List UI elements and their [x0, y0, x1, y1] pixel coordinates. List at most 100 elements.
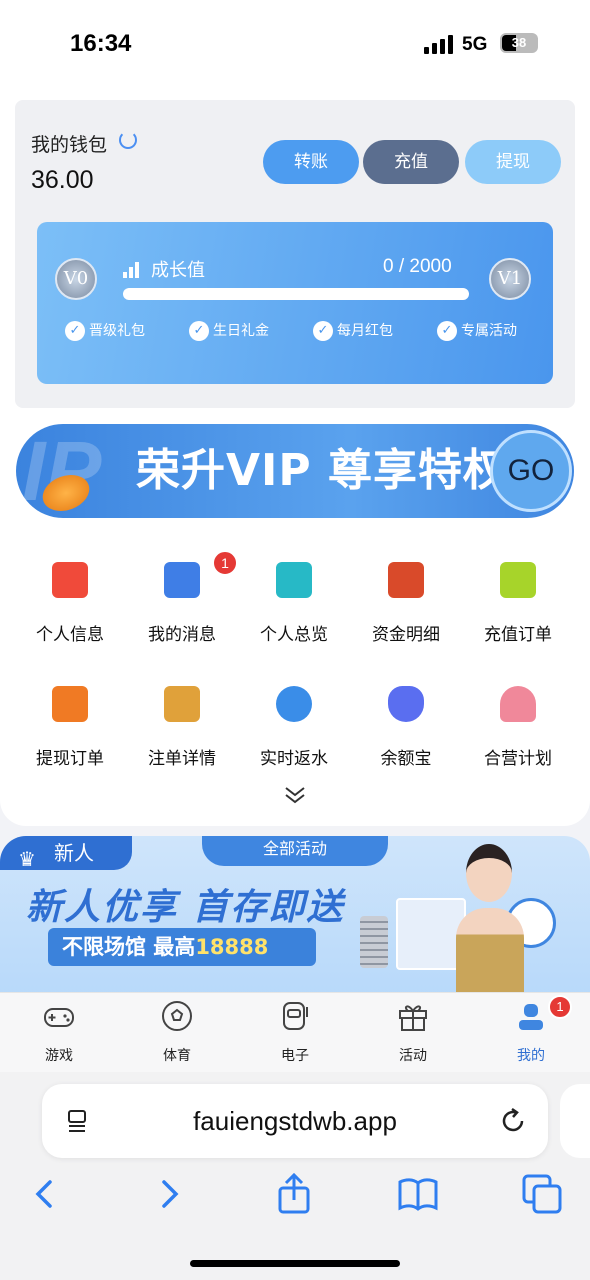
- partner-icon: [500, 686, 536, 722]
- coin-stack-icon: [360, 916, 388, 968]
- status-bar: 16:34 5G 38: [0, 0, 590, 90]
- tabs-icon[interactable]: [520, 1172, 564, 1216]
- user-icon: [519, 1004, 543, 1030]
- browser-toolbar: fauiengstdwb.app: [0, 1072, 590, 1280]
- next-tab-preview[interactable]: [560, 1084, 590, 1158]
- grid-item-label: 合营计划: [484, 749, 552, 769]
- tab-sports[interactable]: 体育: [118, 993, 236, 1073]
- tab-mine[interactable]: 1 我的: [472, 993, 590, 1073]
- tab-electronic[interactable]: 电子: [236, 993, 354, 1073]
- growth-value: 0 / 2000: [383, 256, 452, 277]
- grid-item-partner[interactable]: 合营计划: [462, 686, 574, 782]
- ledger-icon: [388, 562, 424, 598]
- chevron-down-icon[interactable]: [284, 786, 306, 804]
- status-time: 16:34: [70, 30, 132, 57]
- home-indicator: [190, 1260, 400, 1267]
- app-root: { "status_bar": {"time": "16:34", "netwo…: [0, 0, 590, 1280]
- grid-item-overview[interactable]: 个人总览: [238, 562, 350, 658]
- money-bag-icon: [388, 686, 424, 722]
- tab-games[interactable]: 游戏: [0, 993, 118, 1073]
- grid-item-deposit-orders[interactable]: 充值订单: [462, 562, 574, 658]
- perk-item: ✓ 晋级礼包: [65, 320, 145, 342]
- grid-item-label: 提现订单: [36, 749, 104, 769]
- grid-item-label: 充值订单: [484, 625, 552, 645]
- wallet-card: 我的钱包 36.00 转账 充值 提现 V0 成长值 0 / 2000 V1 ✓…: [15, 100, 575, 408]
- rebate-icon: [276, 686, 312, 722]
- withdraw-button[interactable]: 提现: [465, 140, 561, 184]
- perk-item: ✓ 生日礼金: [189, 320, 269, 342]
- network-type: 5G: [462, 34, 488, 55]
- check-icon: ✓: [65, 321, 85, 341]
- grid-item-label: 注单详情: [148, 749, 216, 769]
- growth-label: 成长值: [151, 260, 205, 281]
- tab-label: 我的: [517, 1048, 545, 1064]
- tab-label: 电子: [281, 1048, 309, 1064]
- grid-item-messages[interactable]: 1 我的消息: [126, 550, 238, 658]
- all-activities-button[interactable]: 全部活动: [202, 836, 388, 866]
- grid-item-label: 实时返水: [260, 749, 328, 769]
- back-icon[interactable]: [22, 1172, 66, 1216]
- grid-item-bet-details[interactable]: 注单详情: [126, 686, 238, 782]
- vip-level-current-badge: V0: [55, 258, 97, 300]
- tab-label: 体育: [163, 1048, 191, 1064]
- grid-item-withdraw-orders[interactable]: 提现订单: [14, 686, 126, 782]
- tab-label: 游戏: [45, 1048, 73, 1064]
- withdraw-order-icon: [52, 686, 88, 722]
- bottom-tab-bar: 游戏 体育 电子 活动 1 我的: [0, 992, 590, 1072]
- go-button[interactable]: GO: [490, 430, 572, 512]
- reload-icon[interactable]: [498, 1106, 528, 1136]
- bookmarks-icon[interactable]: [396, 1172, 440, 1216]
- deposit-button[interactable]: 充值: [363, 140, 459, 184]
- grid-item-label: 余额宝: [380, 749, 432, 769]
- grid-item-label: 个人总览: [260, 625, 328, 645]
- promo-model-image: [448, 836, 532, 996]
- check-icon: ✓: [437, 321, 457, 341]
- gift-icon: [399, 1005, 427, 1031]
- message-badge: 1: [212, 550, 238, 576]
- id-card-icon: [52, 562, 88, 598]
- message-icon: [164, 562, 200, 598]
- grid-item-rebate[interactable]: 实时返水: [238, 686, 350, 782]
- url-text: fauiengstdwb.app: [193, 1106, 397, 1136]
- order-icon: [500, 562, 536, 598]
- growth-progress-bar: [123, 288, 469, 300]
- vip-level-next-badge: V1: [489, 258, 531, 300]
- check-icon: ✓: [313, 321, 333, 341]
- tab-activities[interactable]: 活动: [354, 993, 472, 1073]
- grid-item-label: 资金明细: [372, 625, 440, 645]
- grid-item-funds[interactable]: 资金明细: [350, 562, 462, 658]
- promo-banner[interactable]: ♛ 新人 全部活动 新人优享 首存即送 不限场馆 最高18888: [0, 836, 590, 996]
- grid-item-label: 个人信息: [36, 625, 104, 645]
- vip-growth-card[interactable]: V0 成长值 0 / 2000 V1 ✓ 晋级礼包 ✓ 生日礼金 ✓ 每月红包 ✓ 专属…: [37, 222, 553, 384]
- perk-item: ✓ 专属活动: [437, 320, 517, 342]
- gamepad-icon: [44, 1008, 74, 1027]
- wallet-title: 我的钱包: [31, 134, 108, 156]
- mine-badge: 1: [548, 995, 572, 1019]
- check-icon: ✓: [189, 321, 209, 341]
- new-user-tag: ♛ 新人: [0, 836, 132, 871]
- battery-icon: 38: [500, 33, 538, 53]
- soccer-ball-icon: [162, 1001, 192, 1031]
- bet-detail-icon: [164, 686, 200, 722]
- tab-label: 活动: [399, 1048, 427, 1064]
- refresh-icon[interactable]: [119, 131, 137, 149]
- wallet-balance: 36.00: [31, 166, 94, 194]
- profile-icon: [276, 562, 312, 598]
- share-icon[interactable]: [272, 1172, 316, 1216]
- transfer-button[interactable]: 转账: [263, 140, 359, 184]
- growth-chart-icon: [123, 260, 143, 278]
- grid-item-personal-info[interactable]: 个人信息: [14, 562, 126, 658]
- signal-icon: [424, 34, 456, 54]
- vip-banner-text: 荣升VIP 尊享特权: [136, 445, 508, 496]
- grid-item-label: 我的消息: [148, 625, 216, 645]
- forward-icon[interactable]: [148, 1172, 192, 1216]
- address-bar[interactable]: fauiengstdwb.app: [42, 1084, 548, 1158]
- promo-headline: 新人优享 首存即送: [26, 887, 345, 928]
- promo-subline: 不限场馆 最高18888: [48, 928, 316, 966]
- grid-item-yuebao[interactable]: 余额宝: [350, 686, 462, 782]
- crown-icon: ♛: [18, 847, 36, 871]
- vip-banner[interactable]: IP 荣升VIP 尊享特权 GO: [16, 424, 574, 518]
- battery-level: 38: [511, 35, 527, 50]
- perk-item: ✓ 每月红包: [313, 320, 393, 342]
- slot-machine-icon: [283, 1002, 308, 1030]
